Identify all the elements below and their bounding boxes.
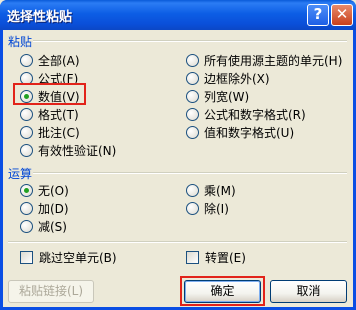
radio-icon[interactable] [186,107,199,121]
radio-icon[interactable] [20,125,33,139]
option-label: 公式和数字格式(R) [204,107,306,122]
checkbox-icon[interactable] [186,250,199,264]
option-label: 减(S) [38,219,67,234]
radio-icon[interactable] [20,107,33,121]
close-button[interactable]: ✕ [331,4,353,26]
radio-icon[interactable] [20,53,33,67]
operation-option-none[interactable]: 无(O) [20,182,69,198]
skip-blanks-checkbox-row[interactable]: 跳过空单元(B) [20,249,117,265]
radio-icon[interactable] [186,125,199,139]
operation-option-divide[interactable]: 除(I) [186,200,229,216]
checkbox-icon[interactable] [20,250,33,264]
operation-option-add[interactable]: 加(D) [20,200,69,216]
transpose-checkbox-row[interactable]: 转置(E) [186,249,246,265]
radio-icon[interactable] [20,201,33,215]
paste-link-button[interactable]: 粘贴链接(L) [8,280,94,303]
radio-icon[interactable] [186,53,199,67]
paste-option-formats[interactable]: 格式(T) [20,106,79,122]
option-label: 列宽(W) [204,89,250,104]
option-label: 除(I) [204,201,229,216]
cancel-button[interactable]: 取消 [270,280,347,303]
checks-divider [8,241,347,243]
ok-button[interactable]: 确定 [184,280,261,303]
paste-option-values-number-formats[interactable]: 值和数字格式(U) [186,124,294,140]
paste-special-dialog: 选择性粘贴 ? ✕ 粘贴 全部(A) 公式(F) 数值(V) 格式(T) 批注(… [0,0,356,310]
operation-option-multiply[interactable]: 乘(M) [186,182,236,198]
help-button[interactable]: ? [307,4,329,26]
radio-icon[interactable] [186,183,199,197]
operation-option-subtract[interactable]: 减(S) [20,218,67,234]
highlight-values-box [13,83,86,105]
radio-icon[interactable] [186,89,199,103]
paste-section-label: 粘贴 [8,35,33,49]
option-label: 批注(C) [38,125,80,140]
operation-section-label: 运算 [8,167,33,181]
option-label: 乘(M) [204,183,236,198]
option-label: 无(O) [38,183,69,198]
paste-option-source-theme[interactable]: 所有使用源主题的单元(H) [186,52,342,68]
radio-icon[interactable] [20,143,33,157]
radio-icon[interactable] [186,71,199,85]
radio-selected-icon[interactable] [20,183,33,197]
paste-option-all[interactable]: 全部(A) [20,52,80,68]
operation-divider [33,172,347,174]
option-label: 值和数字格式(U) [204,125,295,140]
option-label: 转置(E) [205,250,246,265]
option-label: 格式(T) [38,107,79,122]
option-label: 所有使用源主题的单元(H) [204,53,343,68]
paste-option-column-widths[interactable]: 列宽(W) [186,88,249,104]
close-icon: ✕ [335,5,349,23]
dialog-title: 选择性粘贴 [7,10,73,25]
option-label: 有效性验证(N) [38,143,117,158]
paste-option-validation[interactable]: 有效性验证(N) [20,142,116,158]
paste-option-except-borders[interactable]: 边框除外(X) [186,70,270,86]
option-label: 跳过空单元(B) [39,250,117,265]
dialog-body: 粘贴 全部(A) 公式(F) 数值(V) 格式(T) 批注(C) 有效性验证(N… [3,30,353,307]
paste-divider [33,40,347,42]
title-bar: 选择性粘贴 ? ✕ [0,0,356,30]
option-label: 加(D) [38,201,69,216]
paste-option-comments[interactable]: 批注(C) [20,124,80,140]
option-label: 全部(A) [38,53,80,68]
radio-icon[interactable] [186,201,199,215]
radio-icon[interactable] [20,219,33,233]
paste-option-formulas-number-formats[interactable]: 公式和数字格式(R) [186,106,306,122]
option-label: 边框除外(X) [204,71,270,86]
